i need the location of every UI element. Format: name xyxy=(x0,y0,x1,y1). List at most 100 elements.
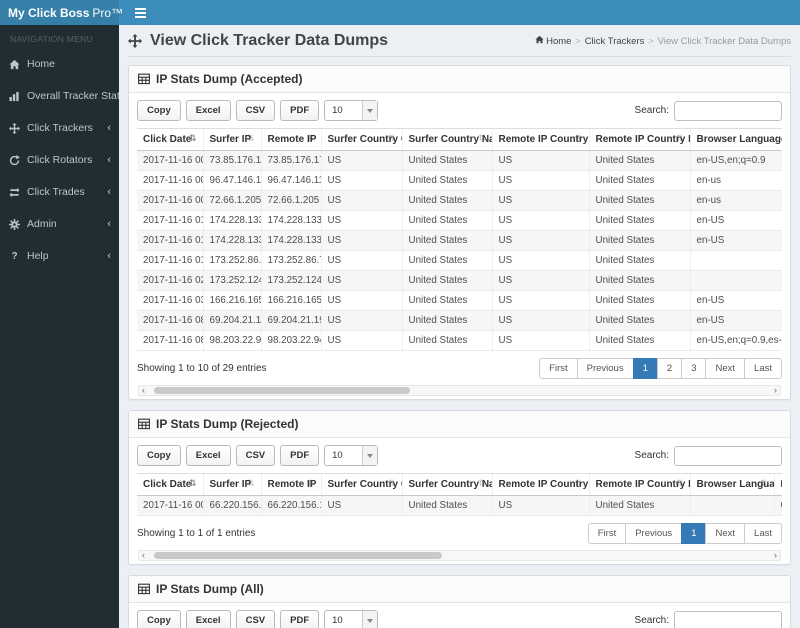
cell: 174.228.133.56 xyxy=(260,210,321,231)
chevron-left-icon: ‹ xyxy=(107,250,111,262)
table-icon xyxy=(138,583,150,595)
table-footer: Showing 1 to 1 of 1 entries First Previou… xyxy=(137,516,782,550)
table-toolbar: Copy Excel CSV PDF 10 Search: xyxy=(137,100,782,121)
cell: 72.66.1.205 xyxy=(202,190,261,211)
page-button-previous[interactable]: Previous xyxy=(625,523,683,544)
scroll-left-icon[interactable]: ‹ xyxy=(142,550,145,561)
sidebar-item-admin[interactable]: Admin ‹ xyxy=(0,208,119,240)
column-header-remote-ip[interactable]: ⇅ Remote IP xyxy=(260,128,321,151)
pdf-button[interactable]: PDF xyxy=(280,445,320,466)
cell: United States xyxy=(401,230,492,251)
column-header-remote-ip[interactable]: ⇅ Remote IP xyxy=(260,473,321,496)
page-button-first[interactable]: First xyxy=(587,523,627,544)
cell: en-us xyxy=(689,190,782,211)
scroll-left-icon[interactable]: ‹ xyxy=(142,385,145,396)
sidebar-item-help[interactable]: ? Help ‹ xyxy=(0,240,119,272)
page-button-1[interactable]: 1 xyxy=(632,358,658,379)
pdf-button[interactable]: PDF xyxy=(280,610,320,628)
column-header-remote-ip-country-code[interactable]: ⇅Remote IP Country Code xyxy=(491,473,589,496)
page-button-previous[interactable]: Previous xyxy=(576,358,634,379)
cell: United States xyxy=(588,170,690,191)
column-label: Remote IP Country Name xyxy=(595,479,691,490)
cell: 173.252.124.59 xyxy=(260,270,321,291)
sidebar-item-label: Click Trades xyxy=(27,186,85,198)
column-label: Browser Language Code xyxy=(696,479,775,490)
table-row: 2017-11-16 08:20:1098.203.22.9498.203.22… xyxy=(137,330,782,351)
search-label: Search: xyxy=(634,615,669,626)
scroll-right-icon[interactable]: › xyxy=(774,385,777,396)
column-header-browser-language-code[interactable]: ⇅Browser Language Code xyxy=(689,473,775,496)
page-button-last[interactable]: Last xyxy=(744,358,782,379)
column-header-surfer-country-name[interactable]: ⇅Surfer Country Name xyxy=(401,473,492,496)
excel-button[interactable]: Excel xyxy=(185,100,231,121)
sidebar-item-label: Home xyxy=(27,58,56,70)
scrollbar-thumb[interactable] xyxy=(154,552,443,559)
column-header-click-date[interactable]: ⇅ Click Date xyxy=(137,473,203,496)
horizontal-scrollbar[interactable]: ‹ › xyxy=(138,385,781,396)
page-button-2[interactable]: 2 xyxy=(656,358,683,379)
csv-button[interactable]: CSV xyxy=(235,445,276,466)
column-header-remote-ip-country-code[interactable]: ⇅Remote IP Country Code xyxy=(491,128,589,151)
search-input[interactable] xyxy=(674,610,782,628)
page-size-select[interactable]: 10 xyxy=(324,610,379,628)
sidebar-item-click-rotators[interactable]: Click Rotators ‹ xyxy=(0,144,119,176)
page-button-1[interactable]: 1 xyxy=(681,523,707,544)
hamburger-icon[interactable] xyxy=(129,4,151,22)
search-label: Search: xyxy=(634,105,669,116)
column-header-surfer-country-name[interactable]: ⇅Surfer Country Name xyxy=(401,128,492,151)
cell: 2017-11-16 00:45:58 xyxy=(137,170,203,191)
horizontal-scrollbar[interactable]: ‹ › xyxy=(138,550,781,561)
cell: 73.85.176.175 xyxy=(202,150,261,171)
column-header-surfer-ip[interactable]: ⇅ Surfer IP xyxy=(202,128,261,151)
csv-button[interactable]: CSV xyxy=(235,610,276,628)
column-header-surfer-country-code[interactable]: ⇅Surfer Country Code xyxy=(320,128,402,151)
column-header-surfer-country-code[interactable]: ⇅Surfer Country Code xyxy=(320,473,402,496)
sidebar-item-home[interactable]: Home xyxy=(0,48,119,80)
arrows-icon xyxy=(128,34,142,48)
cell: 66 xyxy=(773,495,782,516)
excel-button[interactable]: Excel xyxy=(185,610,231,628)
page-size-select[interactable]: 10 xyxy=(324,445,379,466)
table-info: Showing 1 to 10 of 29 entries xyxy=(137,363,267,374)
scrollbar-thumb[interactable] xyxy=(154,387,411,394)
page-button-next[interactable]: Next xyxy=(705,523,746,544)
excel-button[interactable]: Excel xyxy=(185,445,231,466)
cell: United States xyxy=(401,170,492,191)
page-size-select[interactable]: 10 xyxy=(324,100,379,121)
copy-button[interactable]: Copy xyxy=(137,610,181,628)
sidebar-item-overall-tracker-stats[interactable]: Overall Tracker Stats xyxy=(0,80,125,112)
cell: United States xyxy=(588,230,690,251)
cell: US xyxy=(491,210,589,231)
page-button-3[interactable]: 3 xyxy=(681,358,707,379)
cell: US xyxy=(320,210,402,231)
breadcrumb-item-0[interactable]: Home xyxy=(535,35,571,47)
pdf-button[interactable]: PDF xyxy=(280,100,320,121)
search-input[interactable] xyxy=(674,100,782,121)
column-label: Surfer IP xyxy=(209,134,252,145)
page-button-last[interactable]: Last xyxy=(744,523,782,544)
cell: en-US xyxy=(689,210,782,231)
export-buttons: Copy Excel CSV PDF xyxy=(137,610,324,628)
copy-button[interactable]: Copy xyxy=(137,100,181,121)
column-header-ip[interactable]: ⇅IP xyxy=(773,473,782,496)
navbar-strip xyxy=(119,0,800,25)
column-header-browser-language-code[interactable]: ⇅Browser Language Code xyxy=(689,128,782,151)
sidebar-item-label: Overall Tracker Stats xyxy=(27,90,126,102)
csv-button[interactable]: CSV xyxy=(235,100,276,121)
page-button-first[interactable]: First xyxy=(539,358,578,379)
column-header-click-date[interactable]: ⇅ Click Date xyxy=(137,128,203,151)
brand-logo[interactable]: My Click Boss Pro™ xyxy=(0,0,123,25)
scroll-right-icon[interactable]: › xyxy=(774,550,777,561)
search-input[interactable] xyxy=(674,445,782,466)
cell: 166.216.165.120 xyxy=(202,290,261,311)
column-header-remote-ip-country-name[interactable]: ⇅Remote IP Country Name xyxy=(588,473,691,496)
sidebar-item-click-trades[interactable]: Click Trades ‹ xyxy=(0,176,119,208)
brand-name: My Click Boss xyxy=(8,5,90,20)
sidebar-item-label: Admin xyxy=(27,218,57,230)
sidebar-item-click-trackers[interactable]: Click Trackers ‹ xyxy=(0,112,119,144)
page-button-next[interactable]: Next xyxy=(705,358,746,379)
column-header-remote-ip-country-name[interactable]: ⇅Remote IP Country Name xyxy=(588,128,690,151)
breadcrumb-item-1[interactable]: Click Trackers xyxy=(585,36,645,47)
column-header-surfer-ip[interactable]: ⇅ Surfer IP xyxy=(202,473,261,496)
copy-button[interactable]: Copy xyxy=(137,445,181,466)
